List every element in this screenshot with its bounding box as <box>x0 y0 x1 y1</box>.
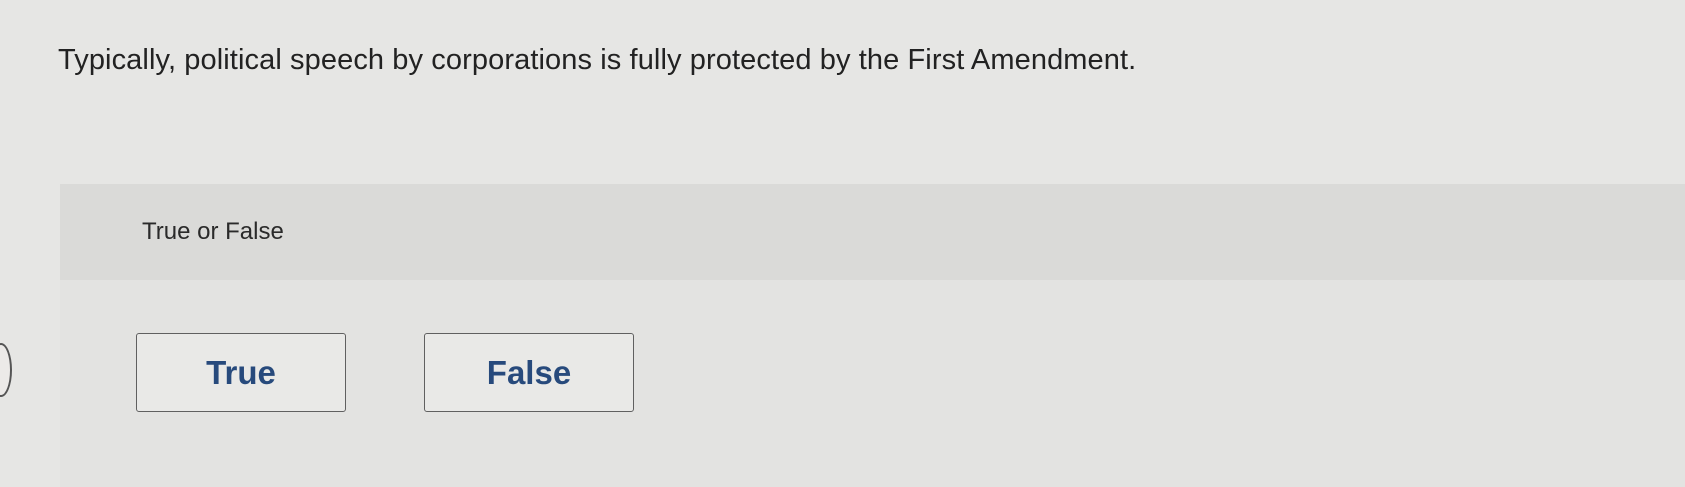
question-type-band: True or False <box>60 184 1685 280</box>
left-edge-control <box>0 343 12 397</box>
question-type-label: True or False <box>142 218 284 245</box>
false-button[interactable]: False <box>424 333 634 412</box>
question-text: Typically, political speech by corporati… <box>58 44 1137 76</box>
true-button[interactable]: True <box>136 333 346 412</box>
